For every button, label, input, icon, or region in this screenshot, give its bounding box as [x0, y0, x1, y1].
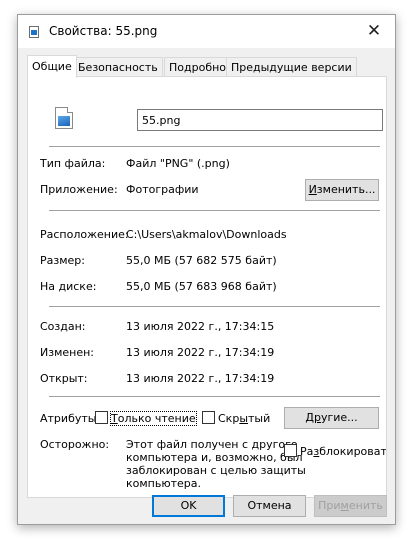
created-label: Создан:: [40, 320, 86, 333]
window-title: Свойства: 55.png: [49, 24, 158, 38]
accessed-value: 13 июля 2022 г., 17:34:19: [126, 372, 275, 385]
location-value: C:\Users\akmalov\Downloads: [126, 228, 287, 241]
title-bar[interactable]: Свойства: 55.png ✕: [18, 15, 395, 48]
file-type-label: Тип файла:: [40, 157, 106, 170]
modified-value: 13 июля 2022 г., 17:34:19: [126, 346, 275, 359]
advanced-attributes-button[interactable]: Другие...: [284, 407, 379, 429]
caution-label: Осторожно:: [40, 438, 110, 451]
modified-label: Изменен:: [40, 346, 95, 359]
general-panel: Тип файла: Файл "PNG" (.png) Приложение:…: [27, 76, 387, 498]
divider: [49, 210, 380, 211]
attributes-label: Атрибуты:: [40, 412, 101, 425]
tab-general[interactable]: Общие: [27, 55, 77, 78]
size-label: Размер:: [40, 254, 85, 267]
hidden-label[interactable]: Скрытый: [218, 412, 270, 425]
size-on-disk-label: На диске:: [40, 280, 97, 293]
apply-button[interactable]: Применить: [314, 495, 387, 517]
unblock-checkbox[interactable]: [284, 444, 297, 457]
location-label: Расположение:: [40, 228, 129, 241]
tab-previous-versions[interactable]: Предыдущие версии: [226, 57, 357, 77]
ok-button[interactable]: OK: [152, 495, 225, 517]
file-name-input[interactable]: [137, 109, 383, 131]
cancel-button[interactable]: Отмена: [233, 495, 306, 517]
security-warning-text: Этот файл получен с другого компьютера и…: [126, 438, 306, 490]
readonly-label[interactable]: Только чтение: [110, 411, 197, 426]
divider: [49, 306, 380, 307]
divider: [49, 396, 380, 397]
size-value: 55,0 МБ (57 682 575 байт): [126, 254, 277, 267]
application-value: Фотографии: [126, 183, 199, 196]
accessed-label: Открыт:: [40, 372, 88, 385]
tab-bar: Общие Безопасность Подробно Предыдущие в…: [27, 55, 387, 78]
close-icon[interactable]: ✕: [353, 15, 395, 48]
png-file-icon: [29, 26, 39, 38]
created-value: 13 июля 2022 г., 17:34:15: [126, 320, 275, 333]
size-on-disk-value: 55,0 МБ (57 683 968 байт): [126, 280, 277, 293]
hidden-checkbox[interactable]: [202, 411, 215, 424]
application-label: Приложение:: [40, 183, 118, 196]
file-type-value: Файл "PNG" (.png): [126, 157, 230, 170]
png-file-icon: [55, 107, 73, 129]
tab-details[interactable]: Подробно: [164, 57, 232, 77]
tab-security[interactable]: Безопасность: [73, 57, 163, 77]
properties-dialog: Свойства: 55.png ✕ Общие Безопасность По…: [17, 14, 396, 525]
readonly-checkbox[interactable]: [95, 411, 108, 424]
change-app-button[interactable]: Изменить...: [305, 179, 379, 201]
unblock-label[interactable]: Разблокировать: [300, 445, 386, 458]
divider: [49, 146, 380, 147]
